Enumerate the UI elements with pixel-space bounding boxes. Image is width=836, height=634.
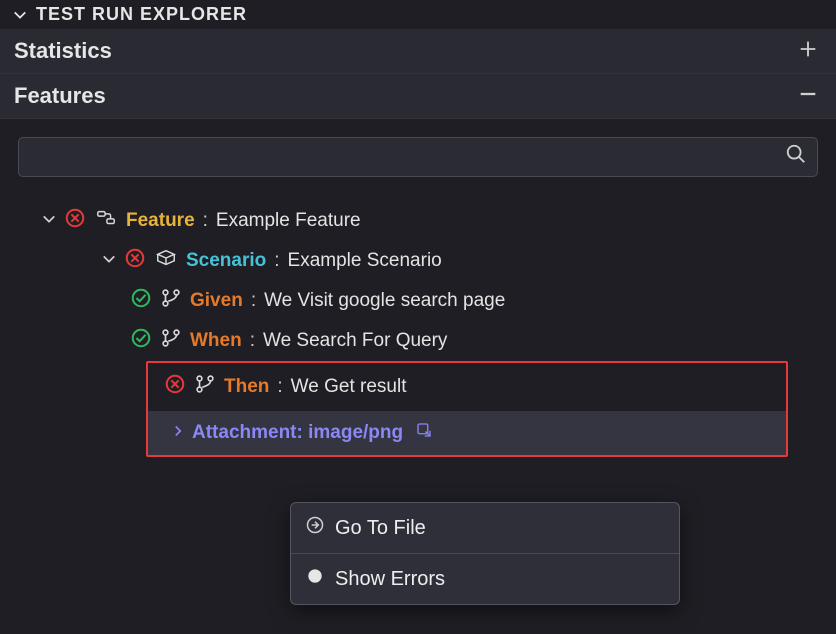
panel-header: TEST RUN EXPLORER bbox=[0, 0, 836, 29]
popout-icon[interactable] bbox=[415, 421, 433, 445]
tree-row-scenario[interactable]: Scenario : Example Scenario bbox=[18, 241, 818, 281]
tree-row-step[interactable]: When : We Search For Query bbox=[18, 321, 818, 361]
chevron-down-icon[interactable] bbox=[12, 7, 28, 23]
section-features[interactable]: Features bbox=[0, 74, 836, 119]
pass-icon bbox=[130, 327, 152, 355]
search-bar[interactable] bbox=[18, 137, 818, 177]
circle-icon bbox=[305, 566, 325, 592]
scenario-icon bbox=[154, 247, 178, 275]
scenario-name: Example Scenario bbox=[288, 250, 442, 272]
search-input[interactable] bbox=[29, 147, 785, 168]
pass-icon bbox=[130, 287, 152, 315]
tree-row-step[interactable]: Given : We Visit google search page bbox=[18, 281, 818, 321]
branch-icon bbox=[194, 373, 216, 401]
section-features-label: Features bbox=[14, 83, 106, 109]
menu-item-label: Show Errors bbox=[335, 568, 445, 591]
panel-title: TEST RUN EXPLORER bbox=[36, 4, 247, 25]
branch-icon bbox=[160, 287, 182, 315]
tree-row-step[interactable]: Then : We Get result bbox=[148, 363, 786, 411]
failed-step-box: Then : We Get result Attachment: image/p… bbox=[146, 361, 788, 457]
feature-icon bbox=[94, 207, 118, 235]
tree-row-feature[interactable]: Feature : Example Feature bbox=[18, 201, 818, 241]
step-keyword: When bbox=[190, 330, 242, 352]
colon: : bbox=[251, 290, 256, 312]
tree-area: Feature : Example Feature Scenario : Exa… bbox=[0, 119, 836, 457]
step-keyword: Given bbox=[190, 290, 243, 312]
colon: : bbox=[203, 210, 208, 232]
plus-icon[interactable] bbox=[794, 37, 822, 65]
feature-keyword: Feature bbox=[126, 210, 195, 232]
attachment-row[interactable]: Attachment: image/png bbox=[148, 411, 786, 455]
section-statistics-label: Statistics bbox=[14, 38, 112, 64]
branch-icon bbox=[160, 327, 182, 355]
step-name: We Search For Query bbox=[263, 330, 447, 352]
feature-name: Example Feature bbox=[216, 210, 361, 232]
menu-item-go-to-file[interactable]: Go To File bbox=[291, 503, 679, 553]
section-statistics[interactable]: Statistics bbox=[0, 29, 836, 74]
colon: : bbox=[250, 330, 255, 352]
step-name: We Visit google search page bbox=[264, 290, 505, 312]
minus-icon[interactable] bbox=[794, 82, 822, 110]
colon: : bbox=[277, 376, 282, 398]
colon: : bbox=[274, 250, 279, 272]
search-icon[interactable] bbox=[785, 143, 807, 171]
chevron-down-icon[interactable] bbox=[42, 210, 56, 232]
context-menu: Go To File Show Errors bbox=[290, 502, 680, 605]
attachment-label: Attachment: image/png bbox=[192, 422, 403, 444]
fail-icon bbox=[164, 373, 186, 401]
menu-item-label: Go To File bbox=[335, 517, 426, 540]
scenario-keyword: Scenario bbox=[186, 250, 266, 272]
chevron-right-icon[interactable] bbox=[172, 422, 184, 444]
fail-icon bbox=[124, 247, 146, 275]
step-keyword: Then bbox=[224, 376, 269, 398]
menu-item-show-errors[interactable]: Show Errors bbox=[291, 553, 679, 604]
fail-icon bbox=[64, 207, 86, 235]
step-name: We Get result bbox=[291, 376, 407, 398]
chevron-down-icon[interactable] bbox=[102, 250, 116, 272]
goto-icon bbox=[305, 515, 325, 541]
